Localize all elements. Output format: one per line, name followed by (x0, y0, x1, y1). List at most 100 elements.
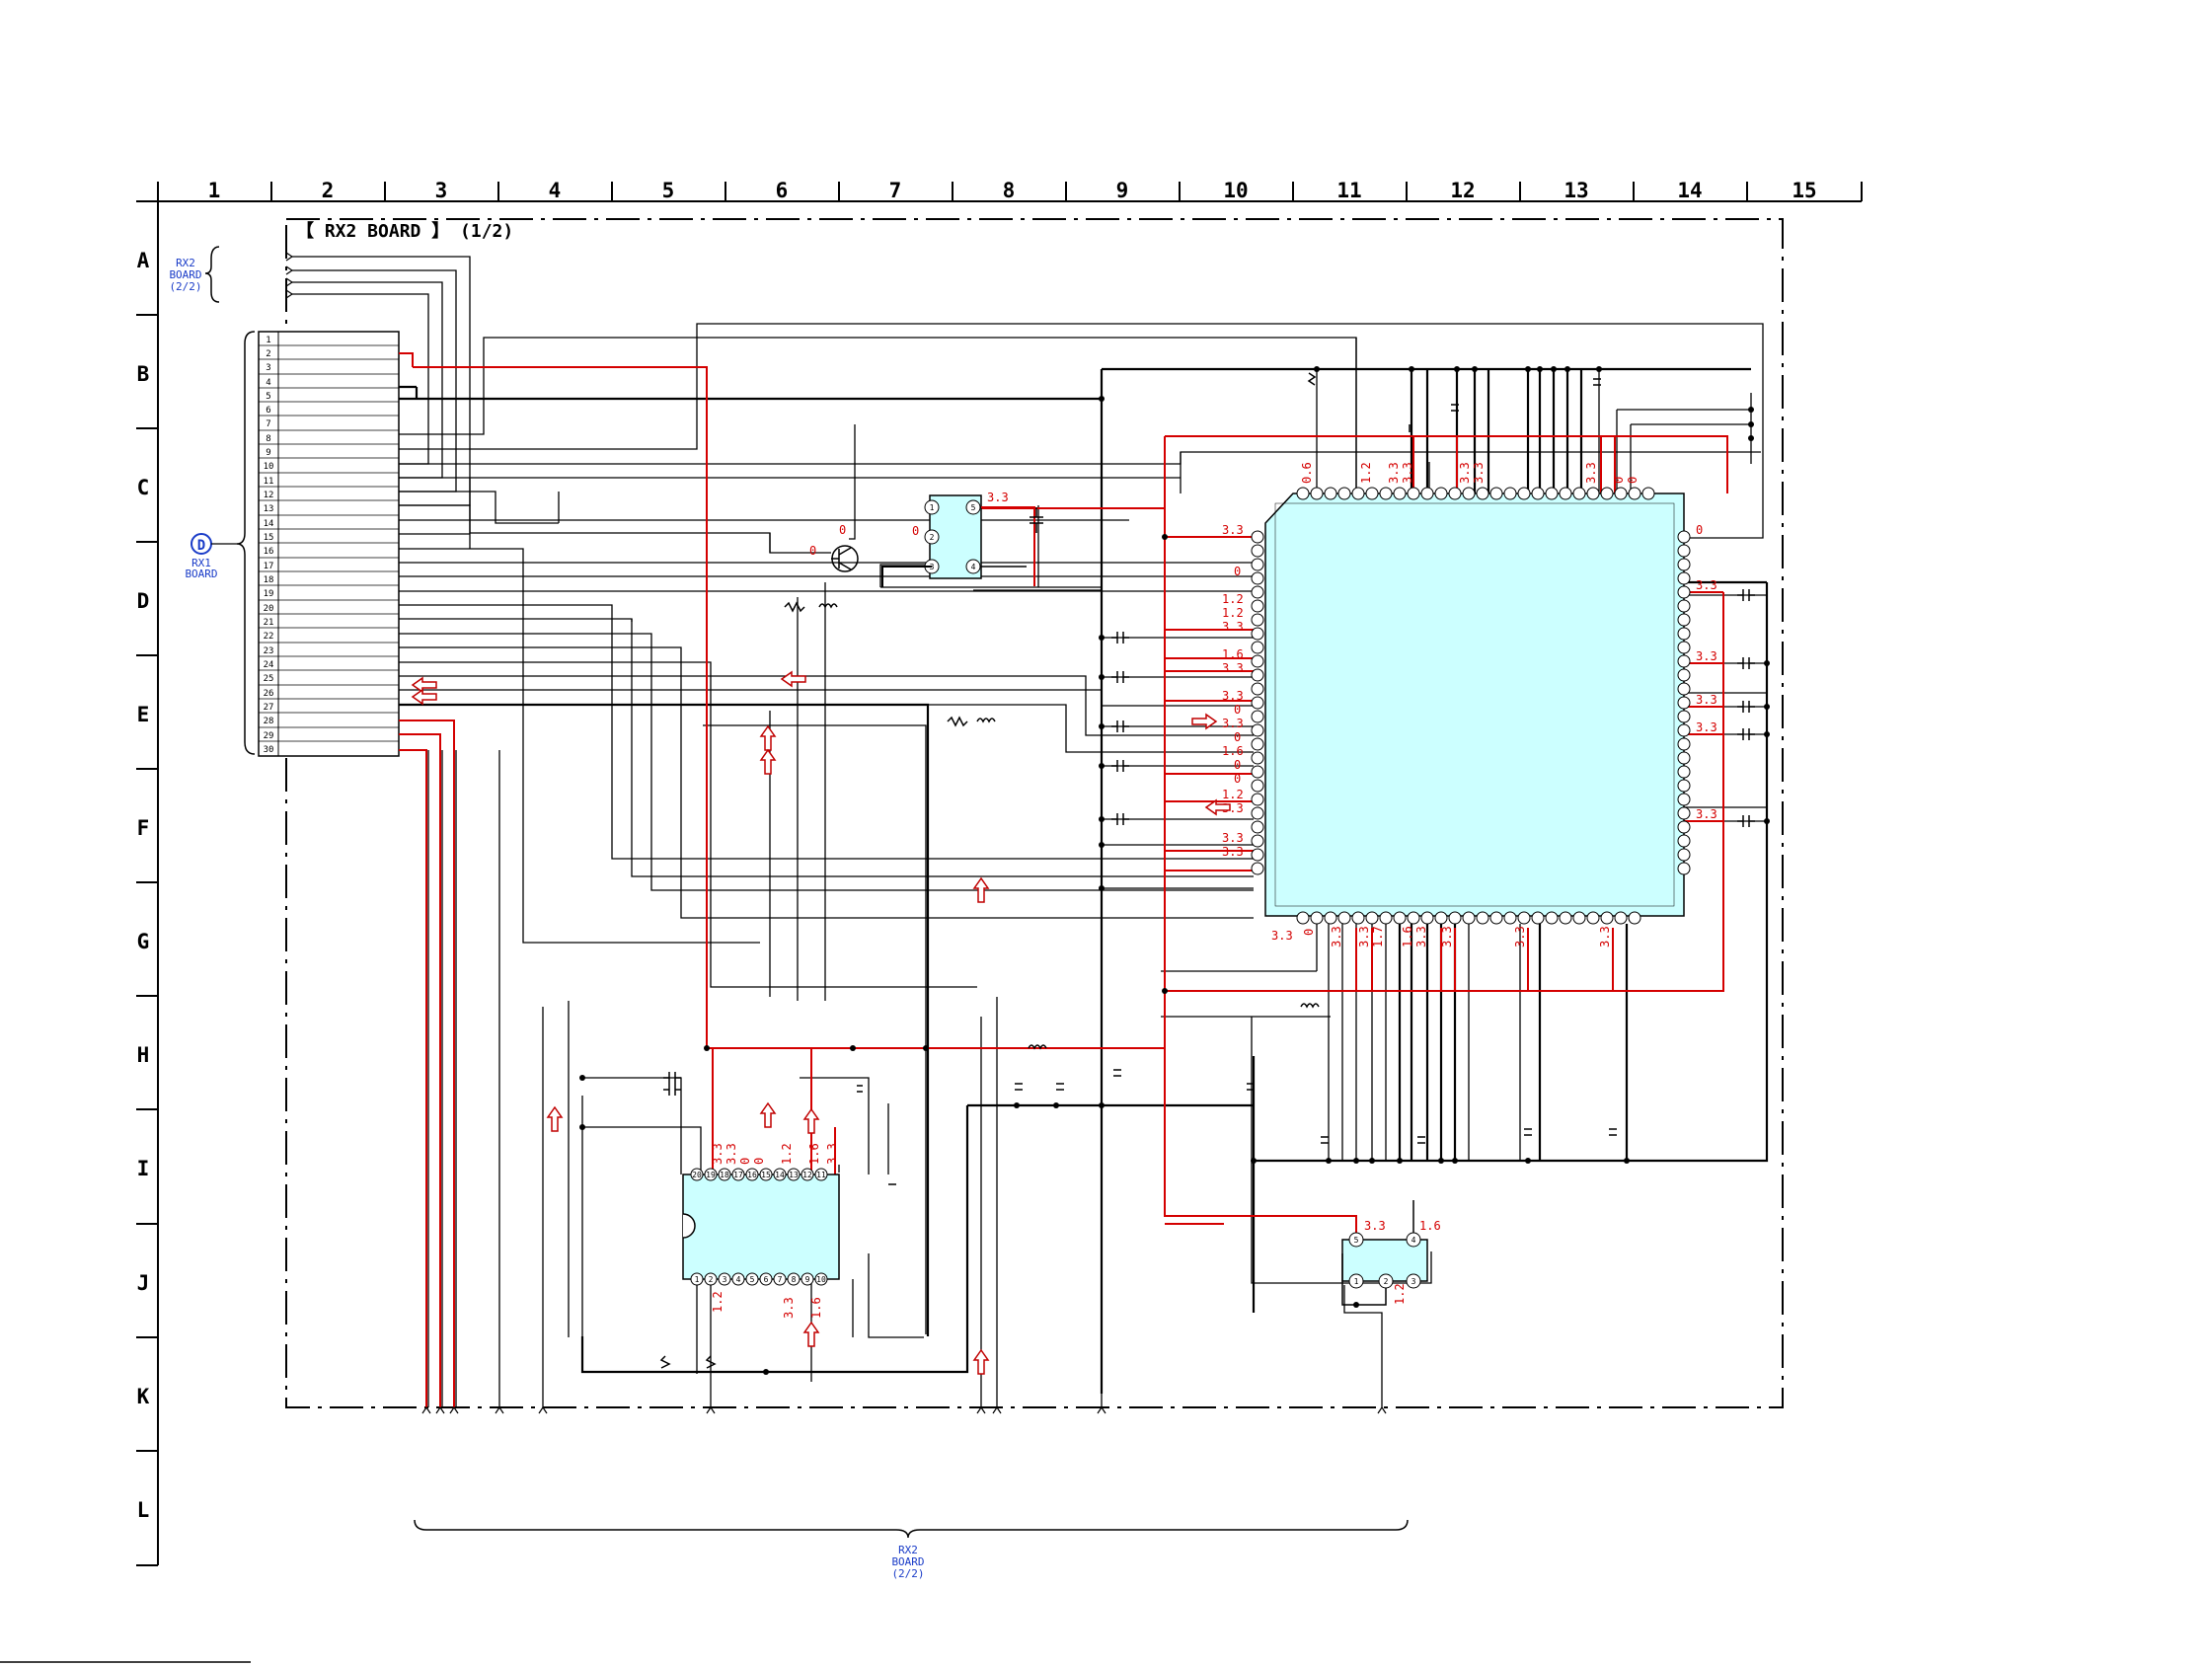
ic20-pin-13: 13 (789, 1171, 799, 1179)
row-label-d: D (137, 589, 150, 613)
reg-ic-pin-5: 5 (1354, 1236, 1359, 1245)
row-label-i: I (137, 1157, 150, 1180)
col-label-5: 5 (662, 179, 675, 202)
transistor (831, 545, 859, 572)
col-label-6: 6 (776, 179, 789, 202)
main-ic-top-v-1: 0.6 (1300, 462, 1314, 484)
rx1-ref-line2: BOARD (185, 568, 217, 580)
ic20-pin-1: 1 (695, 1275, 700, 1284)
main-ic-left-v-7: 3.3 (1222, 661, 1244, 675)
col-label-10: 10 (1223, 179, 1248, 202)
conn-pin-3: 3 (266, 363, 270, 373)
ic20-pin-18: 18 (720, 1171, 729, 1179)
main-ic-bottom-v-6: 1.6 (1401, 926, 1414, 947)
main-ic-bottom-v-8: 3.3 (1440, 926, 1454, 947)
reg-ic-v-2: 1.6 (1419, 1219, 1441, 1233)
conn-pin-17: 17 (264, 562, 274, 571)
column-labels: 1 2 3 4 5 6 7 8 9 10 11 12 13 14 15 (208, 179, 1817, 202)
small-ic-pin-2: 2 (930, 533, 935, 542)
conn-pin-26: 26 (264, 689, 274, 699)
ic20-top-v-4: 0 (752, 1158, 766, 1165)
row-label-l: L (137, 1498, 150, 1522)
main-ic-left-v-6: 1.6 (1222, 647, 1244, 661)
main-ic-left-v-14: 0 (1234, 772, 1241, 786)
ic20-pin-12: 12 (802, 1171, 812, 1179)
col-label-8: 8 (1003, 179, 1016, 202)
ic20-bottom-v-1: 1.2 (711, 1291, 725, 1313)
col-label-1: 1 (208, 179, 221, 202)
reg-ic-v-3: 1.2 (1393, 1283, 1407, 1305)
main-ic-bottom-v-7: 3.3 (1414, 926, 1428, 947)
col-label-11: 11 (1336, 179, 1361, 202)
ic20-pin-10: 10 (816, 1275, 826, 1284)
ic20-pin-9: 9 (805, 1275, 810, 1284)
conn-pin-11: 11 (264, 477, 274, 487)
board-title: 【 RX2 BOARD 】 (1/2) (296, 221, 513, 242)
ic20-top-v-2: 3.3 (725, 1143, 738, 1165)
reg-ic-pin-3: 3 (1411, 1277, 1416, 1286)
ic20-pin-8: 8 (792, 1275, 797, 1284)
reg-ic-v-1: 3.3 (1364, 1219, 1386, 1233)
ic20-pin-2: 2 (709, 1275, 714, 1284)
main-ic-left-v-3: 1.2 (1222, 592, 1244, 606)
main-ic-top-v-8: 0 (1612, 477, 1626, 484)
main-ic-right-v-3: 3.3 (1696, 649, 1717, 663)
conn-pin-27: 27 (264, 703, 274, 713)
conn-pin-12: 12 (264, 491, 274, 500)
conn-pin-15: 15 (264, 533, 274, 543)
ic20-bottom-v-3: 1.6 (809, 1297, 823, 1319)
row-label-g: G (137, 930, 150, 953)
conn-pin-5: 5 (266, 392, 270, 402)
conn-pin-29: 29 (264, 731, 274, 741)
conn-pin-23: 23 (264, 646, 274, 656)
reg-ic-pin-4: 4 (1411, 1236, 1416, 1245)
main-ic-left-v-4: 1.2 (1222, 606, 1244, 620)
schematic-sheet: 1 2 3 4 5 6 7 8 9 10 11 12 13 14 15 A B … (0, 0, 2212, 1663)
ic20-pin-11: 11 (816, 1171, 826, 1179)
row-label-k: K (137, 1385, 150, 1408)
main-ic (1251, 487, 1691, 925)
col-label-12: 12 (1450, 179, 1475, 202)
conn-pin-24: 24 (264, 660, 274, 670)
ic20-pin-5: 5 (750, 1275, 755, 1284)
row-label-j: J (137, 1271, 150, 1295)
conn-pin-13: 13 (264, 504, 274, 514)
main-ic-left-v-1: 3.3 (1222, 523, 1244, 537)
main-ic-bottom-v-4: 3.3 (1357, 926, 1371, 947)
small-ic-v-1: 3.3 (987, 491, 1009, 504)
row-label-b: B (137, 362, 150, 386)
main-ic-left-v-15: 1.2 (1222, 788, 1244, 801)
main-ic-bottom-v-1: 3.3 (1271, 929, 1293, 943)
col-label-2: 2 (322, 179, 335, 202)
main-ic-right-v-5: 3.3 (1696, 720, 1717, 734)
small-ic-v-4: 0 (809, 544, 816, 558)
conn-pin-19: 19 (264, 589, 274, 599)
row-label-h: H (137, 1043, 150, 1067)
col-label-14: 14 (1677, 179, 1702, 202)
rx2-bottom-ref-line3: (2/2) (891, 1567, 924, 1580)
ic20-pin-19: 19 (706, 1171, 716, 1179)
col-label-9: 9 (1116, 179, 1129, 202)
ic20-top-v-7: 3.3 (825, 1143, 839, 1165)
main-ic-left-v-10: 3.3 (1222, 717, 1244, 730)
main-ic-left-v-5: 3.3 (1222, 620, 1244, 634)
main-ic-top-v-9: 0 (1626, 477, 1640, 484)
conn-pin-4: 4 (266, 378, 270, 388)
main-ic-left-v-12: 1.6 (1222, 744, 1244, 758)
main-ic-right-v-2: 3.3 (1696, 578, 1717, 592)
main-ic-top-v-4: 3.3 (1401, 462, 1414, 484)
small-ic-v-3: 0 (839, 523, 846, 537)
row-label-e: E (137, 703, 150, 726)
conn-pin-9: 9 (266, 448, 270, 458)
small-ic-pin-4: 4 (971, 563, 976, 571)
conn-pin-21: 21 (264, 618, 274, 628)
conn-pin-30: 30 (264, 745, 274, 755)
col-label-3: 3 (435, 179, 448, 202)
col-label-15: 15 (1792, 179, 1816, 202)
rx2-top-ref-line3: (2/2) (169, 280, 201, 293)
main-ic-left-v-2: 0 (1234, 565, 1241, 578)
main-ic-bottom-v-3: 3.3 (1330, 926, 1343, 947)
col-label-13: 13 (1564, 179, 1588, 202)
ic20-pin-14: 14 (775, 1171, 785, 1179)
main-ic-bottom-v-10: 3.3 (1598, 926, 1612, 947)
